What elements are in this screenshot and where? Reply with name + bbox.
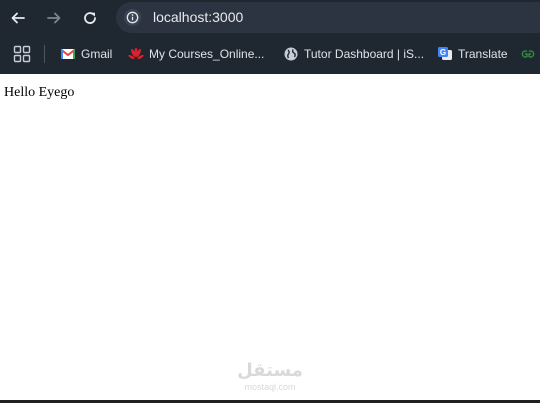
watermark-logo: مستقل mostaql.com [226, 360, 314, 396]
url-text: localhost:3000 [153, 9, 244, 25]
bookmark-geeksforgeeks[interactable] [520, 43, 536, 65]
geeksforgeeks-icon [520, 46, 536, 62]
bookmark-my-courses[interactable]: My Courses_Online... [128, 43, 264, 65]
address-bar[interactable]: localhost:3000 [116, 2, 540, 33]
page-body-text: Hello Eyego [4, 85, 75, 100]
reload-icon [84, 12, 96, 24]
watermark-main: مستقل [237, 360, 303, 381]
bookmark-tutor-dashboard[interactable]: Tutor Dashboard | iS... [283, 43, 424, 65]
bookmark-translate[interactable]: G Translate [437, 43, 508, 65]
bookmarks-divider [44, 45, 45, 63]
bookmark-label: My Courses_Online... [149, 47, 265, 61]
bookmark-gmail[interactable]: Gmail [60, 43, 112, 65]
page-content: Hello Eyego [0, 74, 540, 400]
browser-toolbar: localhost:3000 [0, 0, 540, 35]
watermark-sub: mostaql.com [244, 382, 296, 392]
bookmark-label: Tutor Dashboard | iS... [304, 47, 425, 61]
info-icon [126, 11, 139, 24]
bookmark-label: Gmail [81, 47, 113, 61]
bookmark-label: Translate [458, 47, 508, 61]
site-info-button[interactable] [124, 9, 141, 26]
forward-button[interactable] [42, 6, 66, 30]
gmail-icon [60, 46, 76, 62]
reload-button[interactable] [78, 6, 102, 30]
back-arrow-icon [11, 12, 25, 24]
globe-icon [283, 46, 299, 62]
bookmarks-bar: Gmail My Courses_Online... Tutor Dashboa… [0, 35, 540, 74]
forward-arrow-icon [47, 12, 61, 24]
huawei-icon [128, 46, 144, 62]
apps-grid-icon[interactable] [13, 45, 31, 63]
svg-text:G: G [440, 48, 446, 57]
back-button[interactable] [6, 6, 30, 30]
google-translate-icon: G [437, 46, 453, 62]
